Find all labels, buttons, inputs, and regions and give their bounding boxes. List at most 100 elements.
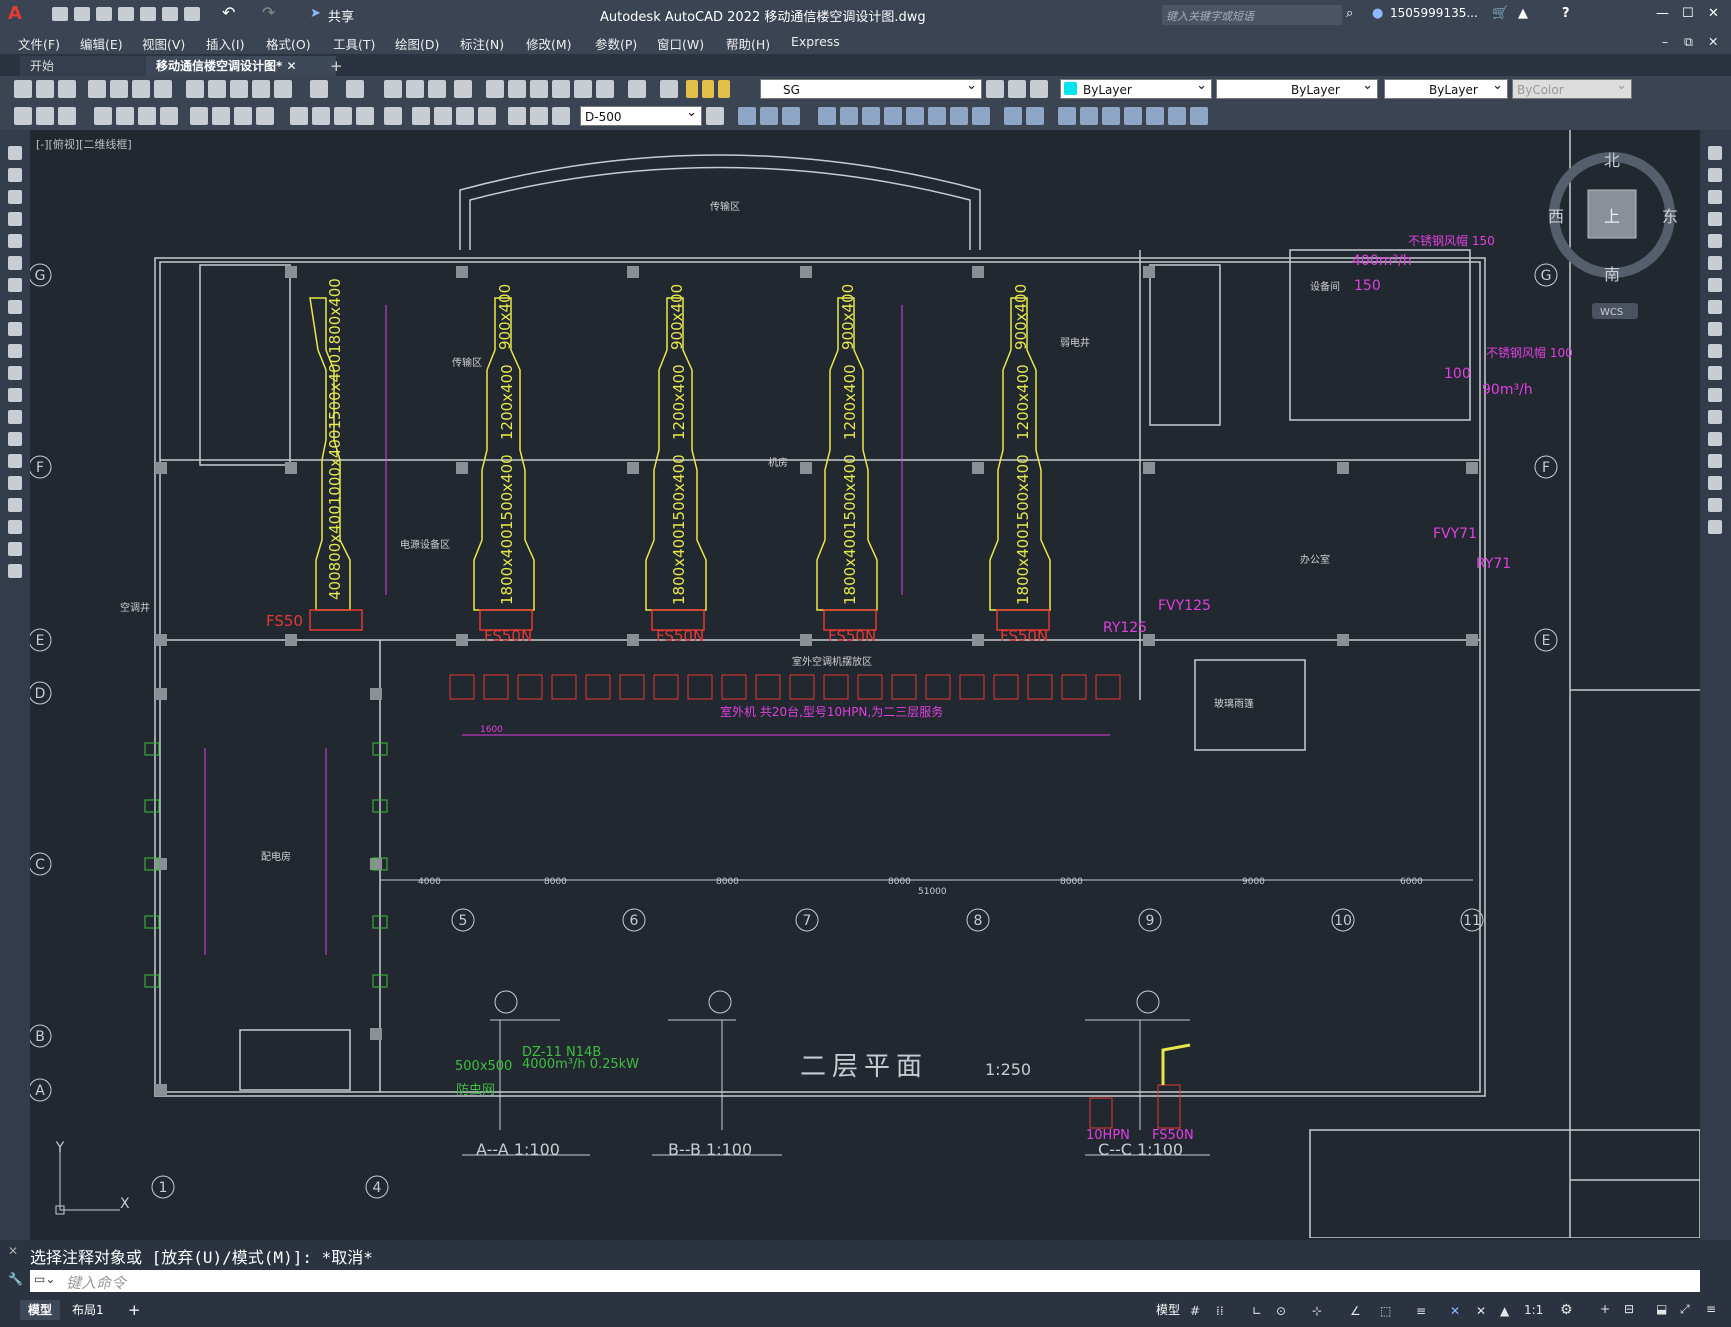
print-icon[interactable]: [88, 80, 106, 98]
ortho-icon[interactable]: ∟: [1252, 1304, 1262, 1318]
table-icon[interactable]: [8, 520, 22, 534]
tool-icon[interactable]: [862, 107, 880, 125]
dim-angular-icon[interactable]: [256, 107, 274, 125]
mirror-icon[interactable]: [1708, 190, 1722, 204]
hatch-icon[interactable]: [8, 454, 22, 468]
dim-break-icon[interactable]: [384, 107, 402, 125]
layer-freeze-icon[interactable]: [702, 80, 714, 98]
tool-icon[interactable]: [14, 107, 32, 125]
layer-lock-icon[interactable]: [718, 80, 730, 98]
share-icon[interactable]: ➤: [310, 6, 321, 21]
dynucs-icon[interactable]: ⬚: [1380, 1304, 1391, 1318]
zoom-window-icon[interactable]: [428, 80, 446, 98]
3dprint-icon[interactable]: [154, 80, 172, 98]
quick-dim-icon[interactable]: [290, 107, 308, 125]
doc-close-icon[interactable]: ✕: [1708, 34, 1718, 49]
command-prompt-icon[interactable]: ▭⌄: [34, 1272, 55, 1286]
polyline-icon[interactable]: [8, 190, 22, 204]
tool-icon[interactable]: [906, 107, 924, 125]
maximize-icon[interactable]: ☐: [1682, 6, 1694, 21]
tool-icon[interactable]: [36, 107, 54, 125]
dim-radius-icon[interactable]: [190, 107, 208, 125]
erase-icon[interactable]: [1708, 146, 1722, 160]
dim-ordinate-icon[interactable]: [160, 107, 178, 125]
fillet-icon[interactable]: [1708, 476, 1722, 490]
center-mark-icon[interactable]: [434, 107, 452, 125]
undo-tb-icon[interactable]: [310, 80, 328, 98]
tool-icon[interactable]: [972, 107, 990, 125]
layer-state-icon[interactable]: [1030, 80, 1048, 98]
model-tab[interactable]: 模型: [20, 1300, 61, 1320]
tool-icon[interactable]: [1190, 107, 1208, 125]
tool-icon[interactable]: [1080, 107, 1098, 125]
trim-icon[interactable]: [1708, 344, 1722, 358]
menu-parametric[interactable]: 参数(P): [595, 34, 637, 53]
doc-minimize-icon[interactable]: –: [1662, 34, 1668, 49]
autodesk-app-icon[interactable]: ▲: [1518, 6, 1528, 21]
workspace-gear-icon[interactable]: ⚙: [1560, 1302, 1573, 1318]
menu-dimension[interactable]: 标注(N): [460, 34, 504, 53]
tool-icon[interactable]: [760, 107, 778, 125]
tool-icon[interactable]: [928, 107, 946, 125]
dim-edit-icon[interactable]: [508, 107, 526, 125]
close-icon[interactable]: ✕: [1708, 6, 1719, 21]
tab-start[interactable]: 开始: [20, 56, 160, 76]
offset-icon[interactable]: [1708, 212, 1722, 226]
tool-icon[interactable]: [840, 107, 858, 125]
dim-diameter-icon[interactable]: [234, 107, 252, 125]
dim-baseline-icon[interactable]: [312, 107, 330, 125]
publish-icon[interactable]: [132, 80, 150, 98]
paste-icon[interactable]: [230, 80, 248, 98]
layer-dropdown[interactable]: SG: [760, 76, 982, 99]
tool-icon[interactable]: [738, 107, 756, 125]
rotate-icon[interactable]: [1708, 278, 1722, 292]
save-web-icon[interactable]: [162, 7, 178, 21]
menu-draw[interactable]: 绘图(D): [395, 34, 439, 53]
blockeditor-icon[interactable]: [274, 80, 292, 98]
minimize-icon[interactable]: —: [1656, 6, 1669, 21]
tool-icon[interactable]: [1124, 107, 1142, 125]
plotstyle-dropdown[interactable]: ByColor: [1512, 76, 1632, 99]
menu-format[interactable]: 格式(O): [266, 34, 311, 53]
dim-update-icon[interactable]: [552, 107, 570, 125]
plot-icon[interactable]: [184, 7, 200, 21]
dim-linear-icon[interactable]: [94, 107, 112, 125]
tab-close-icon[interactable]: ✕: [286, 59, 296, 73]
tool-icon[interactable]: [950, 107, 968, 125]
auto-scale-icon[interactable]: ✕: [1476, 1304, 1486, 1318]
menu-view[interactable]: 视图(V): [142, 34, 185, 53]
search-icon[interactable]: ⌕: [1346, 6, 1353, 21]
zoom-previous-icon[interactable]: [454, 80, 472, 98]
menu-edit[interactable]: 编辑(E): [80, 34, 123, 53]
linetype-dropdown[interactable]: ByLayer: [1216, 76, 1378, 99]
save-tb-icon[interactable]: [58, 80, 76, 98]
isolate-icon[interactable]: ⬓: [1656, 1302, 1667, 1316]
layout1-tab[interactable]: 布局1: [64, 1300, 112, 1320]
tolerance-icon[interactable]: [412, 107, 430, 125]
dim-jogged-icon[interactable]: [212, 107, 230, 125]
lineweight-icon[interactable]: ≡: [1416, 1304, 1426, 1318]
insert-block-icon[interactable]: [8, 388, 22, 402]
units-icon[interactable]: ⊟: [1624, 1302, 1634, 1316]
cart-icon[interactable]: 🛒: [1492, 6, 1508, 21]
command-input[interactable]: ▭⌄ 键入命令: [30, 1270, 1700, 1292]
dim-space-icon[interactable]: [356, 107, 374, 125]
dim-arc-icon[interactable]: [138, 107, 156, 125]
line-icon[interactable]: [8, 146, 22, 160]
menu-file[interactable]: 文件(F): [18, 34, 60, 53]
toolpalette-icon[interactable]: [530, 80, 548, 98]
layer-previous-icon[interactable]: [1008, 80, 1026, 98]
doc-restore-icon[interactable]: ⧉: [1684, 34, 1693, 50]
join-icon[interactable]: [1708, 432, 1722, 446]
wcs-label[interactable]: WCS: [1600, 307, 1623, 318]
model-space-button[interactable]: 模型: [1148, 1300, 1188, 1320]
undo-icon[interactable]: ↶: [222, 3, 235, 22]
viewport-controls[interactable]: [-][俯视][二维线框]: [36, 137, 132, 151]
user-icon[interactable]: ●: [1372, 6, 1383, 21]
grid-icon[interactable]: #: [1190, 1304, 1200, 1318]
pan-icon[interactable]: [384, 80, 402, 98]
tab-document[interactable]: 移动通信楼空调设计图* ✕: [146, 56, 336, 76]
tool-icon[interactable]: [1004, 107, 1022, 125]
tool-icon[interactable]: [1168, 107, 1186, 125]
blend-icon[interactable]: [1708, 498, 1722, 512]
